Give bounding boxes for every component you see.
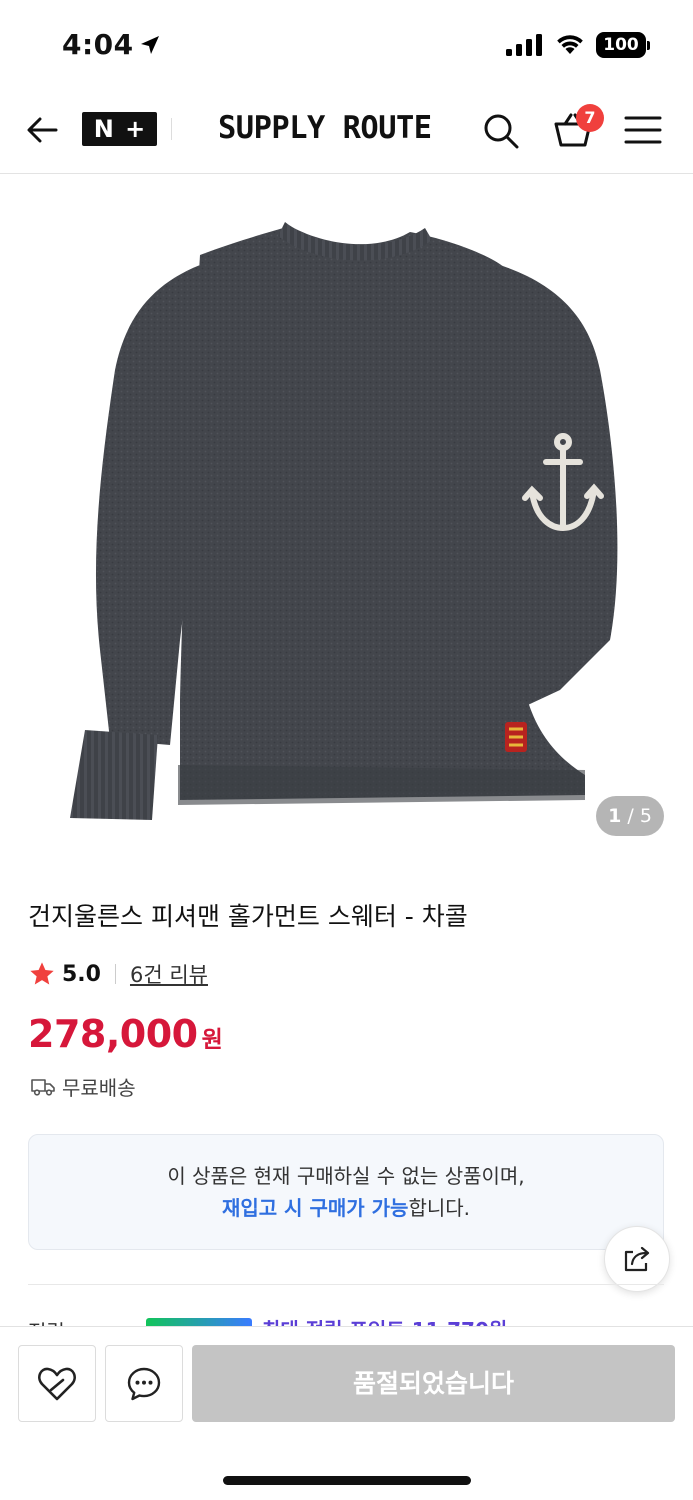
image-counter-total: 5 bbox=[639, 805, 652, 827]
notice-restock-highlight: 재입고 시 구매가 가능 bbox=[221, 1196, 409, 1220]
image-counter-current: 1 bbox=[608, 805, 622, 827]
product-image bbox=[70, 222, 618, 820]
shipping-row: 무료배송 bbox=[30, 1072, 136, 1101]
status-bar: 4:04 100 bbox=[0, 0, 693, 90]
truck-icon bbox=[31, 1078, 55, 1096]
share-button[interactable] bbox=[604, 1226, 670, 1292]
location-arrow-icon bbox=[141, 36, 159, 54]
notice-line-2-rest: 합니다. bbox=[408, 1196, 471, 1220]
image-counter-separator: / bbox=[627, 805, 634, 827]
product-name: 건지울른스 피셔맨 홀가먼트 스웨터 - 차콜 bbox=[28, 902, 468, 931]
notice-line-1: 이 상품은 현재 구매하실 수 없는 상품이며, bbox=[167, 1164, 525, 1188]
search-icon[interactable] bbox=[480, 110, 522, 152]
section-divider bbox=[28, 1284, 664, 1285]
price-row: 278,000 원 bbox=[28, 1012, 223, 1056]
chat-bubble-icon bbox=[127, 1367, 161, 1400]
heart-icon bbox=[38, 1367, 76, 1400]
app-header: N + SUPPLY ROUTE 7 bbox=[0, 90, 693, 174]
back-arrow-icon[interactable] bbox=[22, 110, 62, 150]
rating-row: 5.0 6건 리뷰 bbox=[28, 958, 208, 990]
header-divider bbox=[171, 118, 172, 140]
image-counter: 1 / 5 bbox=[596, 796, 664, 836]
cellular-signal-icon bbox=[506, 34, 542, 56]
star-icon bbox=[30, 962, 54, 985]
brand-title[interactable]: SUPPLY ROUTE bbox=[218, 110, 432, 146]
nplus-logo-plus: + bbox=[125, 115, 146, 143]
product-price: 278,000 bbox=[28, 1012, 198, 1056]
shipping-text: 무료배송 bbox=[62, 1076, 136, 1100]
rating-separator bbox=[114, 964, 116, 984]
bottom-action-bar: 품절되었습니다 bbox=[0, 1326, 693, 1500]
review-count-link[interactable]: 6건 리뷰 bbox=[130, 959, 208, 989]
talk-talk-button[interactable] bbox=[105, 1345, 183, 1422]
wifi-icon bbox=[557, 35, 583, 54]
status-time: 4:04 bbox=[62, 28, 134, 61]
menu-icon[interactable] bbox=[624, 112, 662, 148]
rating-value: 5.0 bbox=[62, 961, 101, 987]
unavailable-notice: 이 상품은 현재 구매하실 수 없는 상품이며, 재입고 시 구매가 가능합니다… bbox=[28, 1134, 664, 1250]
nplus-logo-n: N bbox=[93, 115, 114, 143]
share-icon bbox=[624, 1246, 650, 1272]
nplus-store-logo[interactable]: N + bbox=[82, 112, 157, 146]
home-indicator bbox=[223, 1476, 471, 1485]
battery-indicator: 100 bbox=[596, 32, 650, 58]
cart-count-badge: 7 bbox=[576, 104, 604, 132]
product-image-gallery[interactable] bbox=[0, 175, 693, 865]
wishlist-button[interactable] bbox=[18, 1345, 96, 1422]
notice-line-2: 재입고 시 구매가 가능합니다. bbox=[29, 1191, 663, 1225]
soldout-button[interactable]: 품절되었습니다 bbox=[192, 1345, 675, 1422]
price-unit: 원 bbox=[201, 1027, 223, 1053]
